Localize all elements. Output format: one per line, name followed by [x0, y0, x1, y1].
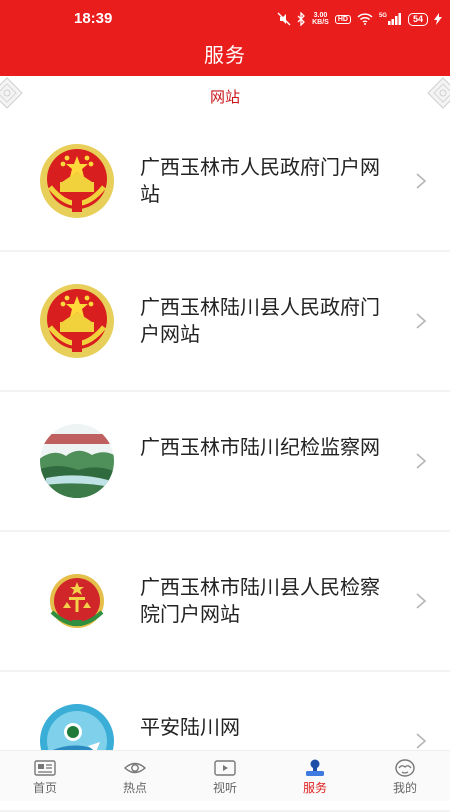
speed-value: 3.00 — [313, 12, 328, 19]
speed-unit: KB/S — [312, 19, 329, 26]
website-list: 广西玉林市人民政府门户网站 广西玉林陆川县人民政府门户网站 广西玉林市陆川纪检监… — [0, 112, 450, 812]
signal-icon: 5G — [379, 13, 402, 25]
hd-badge: HD — [334, 14, 351, 24]
network-type: 5G — [378, 13, 387, 19]
nav-home[interactable]: 首页 — [0, 751, 90, 801]
status-icons: 3.00 KB/S HD 5G 54 — [277, 9, 442, 29]
bluetooth-icon — [297, 12, 306, 26]
charging-icon — [434, 13, 442, 25]
video-play-icon — [214, 760, 236, 776]
section-label: 网站 — [209, 88, 240, 106]
procuratorate-emblem-icon — [50, 574, 104, 628]
nav-label: 热点 — [122, 781, 147, 795]
nav-label: 视听 — [212, 781, 237, 795]
status-bar: 18:39 3.00 KB/S HD 5G 54 — [0, 0, 450, 38]
list-item[interactable]: 广西玉林市陆川县人民检察院门户网站 — [0, 532, 450, 672]
mute-icon — [277, 12, 291, 26]
national-emblem-icon — [40, 144, 114, 218]
chevron-right-icon — [416, 593, 427, 609]
service-stamp-icon — [306, 759, 324, 776]
page-title: 服务 — [204, 43, 246, 67]
nav-hot[interactable]: 热点 — [90, 751, 180, 801]
chevron-right-icon — [416, 173, 427, 189]
nav-service[interactable]: 服务 — [270, 751, 360, 801]
nav-label: 我的 — [392, 781, 417, 795]
list-item[interactable]: 广西玉林陆川县人民政府门户网站 — [0, 252, 450, 392]
chevron-right-icon — [416, 453, 427, 469]
battery-indicator: 54 — [407, 12, 428, 26]
item-title: 广西玉林陆川县人民政府门户网站 — [140, 295, 380, 346]
wifi-icon — [357, 13, 373, 25]
profile-face-icon — [395, 759, 415, 777]
item-title: 广西玉林市陆川县人民检察院门户网站 — [140, 575, 380, 626]
item-title: 广西玉林市陆川纪检监察网 — [140, 435, 380, 459]
network-speed: 3.00 KB/S — [312, 12, 329, 26]
bottom-nav: 首页 热点 视听 服务 我的 — [0, 750, 450, 801]
item-title: 平安陆川网 — [140, 715, 240, 739]
chevron-right-icon — [416, 313, 427, 329]
nav-video[interactable]: 视听 — [180, 751, 270, 801]
nav-label: 首页 — [32, 781, 57, 795]
list-item[interactable]: 广西玉林市人民政府门户网站 — [0, 112, 450, 252]
status-time: 18:39 — [74, 10, 113, 27]
title-bar: 服务 — [0, 38, 450, 76]
eye-icon — [123, 762, 147, 774]
nav-mine[interactable]: 我的 — [360, 751, 450, 801]
item-title: 广西玉林市人民政府门户网站 — [140, 155, 380, 206]
newspaper-icon — [34, 760, 56, 776]
landscape-logo-icon — [40, 424, 114, 498]
nav-label: 服务 — [302, 781, 327, 795]
national-emblem-icon — [40, 284, 114, 358]
chevron-right-icon — [416, 733, 427, 749]
list-item[interactable]: 广西玉林市陆川纪检监察网 — [0, 392, 450, 532]
